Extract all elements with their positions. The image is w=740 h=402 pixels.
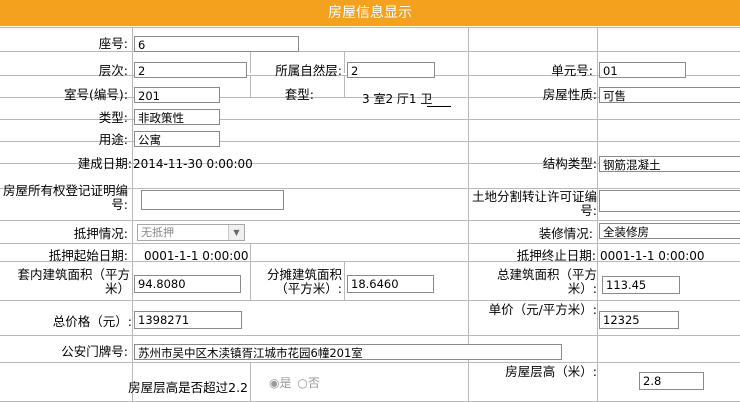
mortgage-select[interactable]: 无抵押 ▼ <box>137 224 245 241</box>
property-nature-label: 房屋性质: <box>542 87 597 102</box>
total-price-field[interactable]: 1398271 <box>134 311 242 329</box>
seat-no-field[interactable]: 6 <box>134 36 299 52</box>
decoration-label: 装修情况: <box>538 226 593 241</box>
type-field[interactable]: 非政策性 <box>134 109 220 125</box>
type-label: 类型: <box>98 110 128 125</box>
layout-label: 套型: <box>284 87 314 102</box>
floor-field[interactable]: 2 <box>134 62 247 78</box>
radio-yes-icon[interactable]: ◉ <box>269 376 279 390</box>
structure-type-field[interactable]: 钢筋混凝土 <box>599 156 740 172</box>
floor-height-label: 房屋层高（米）: <box>505 364 597 379</box>
mortgage-label: 抵押情况: <box>73 226 128 241</box>
shared-area-label: 分摊建筑面积（平方米）: <box>266 267 342 296</box>
address-field[interactable]: 苏州市吴中区木渎镇胥江城市花园6幢201室 <box>134 344 562 360</box>
natural-floor-field[interactable]: 2 <box>347 62 435 78</box>
land-permit-field[interactable] <box>599 190 740 212</box>
mortgage-end-value: 0001-1-1 0:00:00 <box>600 249 705 263</box>
usage-label: 用途: <box>98 132 128 147</box>
ownership-cert-field[interactable] <box>141 190 284 210</box>
land-permit-label: 土地分割转让许可证编号: <box>471 190 597 218</box>
total-area-field[interactable]: 113.45 <box>602 276 680 294</box>
build-date-label: 建成日期: <box>77 156 132 171</box>
ownership-cert-label: 房屋所有权登记证明编号: <box>2 183 128 212</box>
total-area-label: 总建筑面积（平方米）: <box>496 267 597 296</box>
layout-value: 3 室2 厅1 卫 <box>362 92 433 106</box>
page-title: 房屋信息显示 <box>0 0 740 26</box>
usage-field[interactable]: 公寓 <box>134 131 220 147</box>
build-date-value: 2014-11-30 0:00:00 <box>133 157 253 171</box>
chevron-down-icon[interactable]: ▼ <box>228 225 244 240</box>
room-no-field[interactable]: 201 <box>134 87 220 103</box>
property-nature-field[interactable]: 可售 <box>599 87 740 103</box>
unit-price-field[interactable]: 12325 <box>599 311 679 329</box>
floor-height-field[interactable]: 2.8 <box>639 372 704 390</box>
radio-no-label: 否 <box>307 376 320 390</box>
mortgage-start-value: 0001-1-1 0:00:00 <box>144 249 249 263</box>
unit-no-label: 单元号: <box>551 63 593 78</box>
room-no-label: 室号(编号): <box>64 87 128 102</box>
height-exceed-label: 房屋层高是否超过2.2 <box>128 380 248 395</box>
address-label: 公安门牌号: <box>61 344 128 359</box>
total-price-label: 总价格（元）: <box>52 314 132 329</box>
inner-area-field[interactable]: 94.8080 <box>134 275 241 293</box>
inner-area-label: 套内建筑面积（平方米） <box>17 267 130 296</box>
unit-price-label: 单价（元/平方米）: <box>488 302 597 317</box>
mortgage-select-value: 无抵押 <box>141 226 174 239</box>
seat-no-label: 座号: <box>98 36 128 51</box>
natural-floor-label: 所属自然层: <box>275 63 342 78</box>
radio-no-icon[interactable]: ○ <box>297 376 307 390</box>
height-exceed-radio-group: ◉是 ○否 <box>269 374 320 391</box>
mortgage-end-label: 抵押终止日期: <box>516 248 596 263</box>
shared-area-field[interactable]: 18.6460 <box>347 275 434 293</box>
structure-type-label: 结构类型: <box>542 156 597 171</box>
decoration-field[interactable]: 全装修房 <box>599 223 740 239</box>
mortgage-start-label: 抵押起始日期: <box>48 248 128 263</box>
radio-yes-label: 是 <box>279 376 292 390</box>
unit-no-field[interactable]: 01 <box>599 62 686 78</box>
floor-label: 层次: <box>98 63 128 78</box>
